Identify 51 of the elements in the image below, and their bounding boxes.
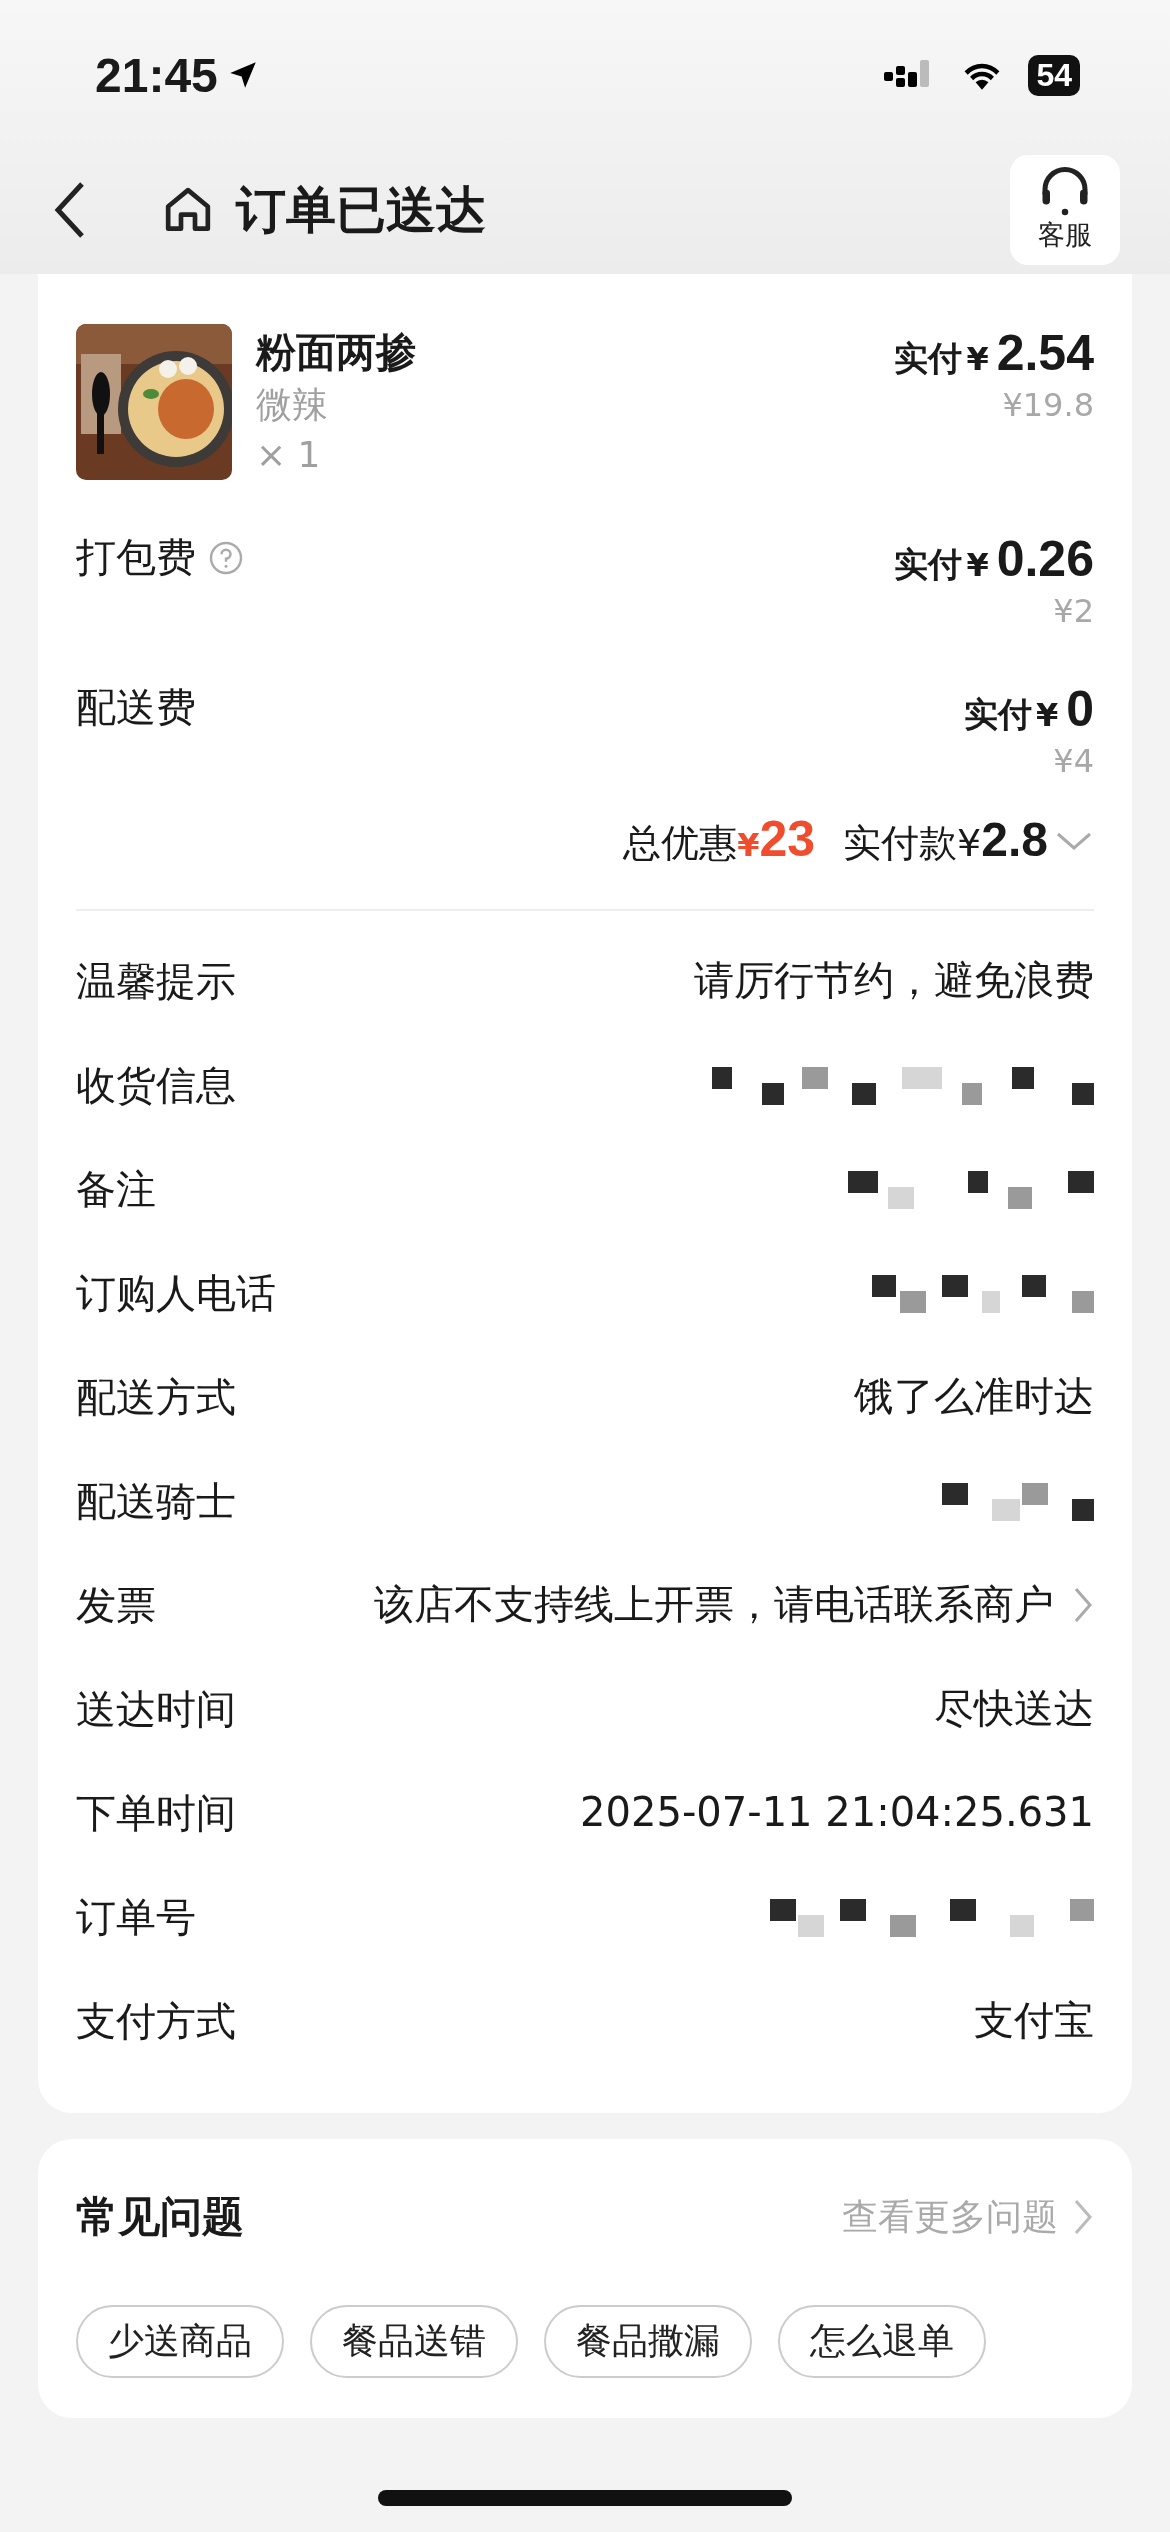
- paid-amount: 0.26: [996, 530, 1094, 588]
- paid-label: 实付: [963, 693, 1032, 736]
- info-label: 支付方式: [76, 1997, 236, 2046]
- info-value: 请厉行节约，避免浪费: [694, 956, 1094, 1005]
- original-price: ¥2: [1053, 592, 1094, 630]
- info-label: 下单时间: [76, 1789, 236, 1838]
- info-label: 订购人电话: [76, 1269, 276, 1318]
- section-title: 常见问题: [76, 2191, 244, 2243]
- paid-amount: 2.54: [996, 324, 1094, 382]
- product-spec: 微辣: [256, 383, 329, 427]
- battery-icon: 54: [1028, 54, 1080, 96]
- info-value: 饿了么准时达: [854, 1372, 1094, 1421]
- status-time: 21:45: [95, 47, 218, 103]
- total-label: 实付款¥: [843, 820, 982, 867]
- product-quantity: × 1: [256, 433, 322, 477]
- info-value[interactable]: 该店不支持线上开票，请电话联系商户: [374, 1575, 1054, 1633]
- info-value: 2025-07-11 21:04:25.631: [580, 1788, 1094, 1837]
- info-value: 支付宝: [974, 1996, 1094, 2045]
- info-label: 温馨提示: [76, 957, 236, 1006]
- discount-amount: 23: [759, 810, 816, 868]
- currency-sign: ¥: [737, 826, 760, 864]
- info-label: 配送骑士: [76, 1477, 236, 1526]
- help-icon[interactable]: [208, 539, 244, 576]
- chevron-right-icon: [1072, 2197, 1094, 2237]
- total-amount: 2.8: [981, 812, 1048, 867]
- info-label: 订单号: [76, 1893, 196, 1942]
- paid-label: 实付: [894, 337, 963, 380]
- paid-amount: 0: [1066, 680, 1094, 738]
- fee-label: 配送费: [76, 683, 196, 732]
- currency-sign: ¥: [966, 546, 989, 584]
- question-chip[interactable]: 餐品撒漏: [544, 2305, 752, 2378]
- customer-service-button[interactable]: 客服: [1010, 155, 1120, 265]
- discount-label: 总优惠: [623, 820, 738, 867]
- original-price: ¥4: [1053, 742, 1094, 780]
- info-label: 送达时间: [76, 1685, 236, 1734]
- question-chip[interactable]: 餐品送错: [310, 2305, 518, 2378]
- info-label: 收货信息: [76, 1061, 236, 1110]
- question-chip[interactable]: 少送商品: [76, 2305, 284, 2378]
- currency-sign: ¥: [966, 340, 989, 378]
- info-value: 尽快送达: [934, 1684, 1094, 1733]
- page-title: 订单已送达: [236, 179, 487, 241]
- chevron-right-icon[interactable]: [1072, 1585, 1094, 1625]
- currency-sign: ¥: [1035, 696, 1059, 734]
- info-label: 配送方式: [76, 1373, 236, 1422]
- info-label: 发票: [76, 1581, 156, 1630]
- info-label: 备注: [76, 1165, 156, 1214]
- product-name: 粉面两掺: [256, 328, 417, 377]
- original-price: ¥19.8: [1002, 386, 1094, 424]
- fee-label: 打包费: [76, 533, 196, 582]
- question-chip[interactable]: 怎么退单: [778, 2305, 986, 2378]
- paid-label: 实付: [894, 543, 963, 586]
